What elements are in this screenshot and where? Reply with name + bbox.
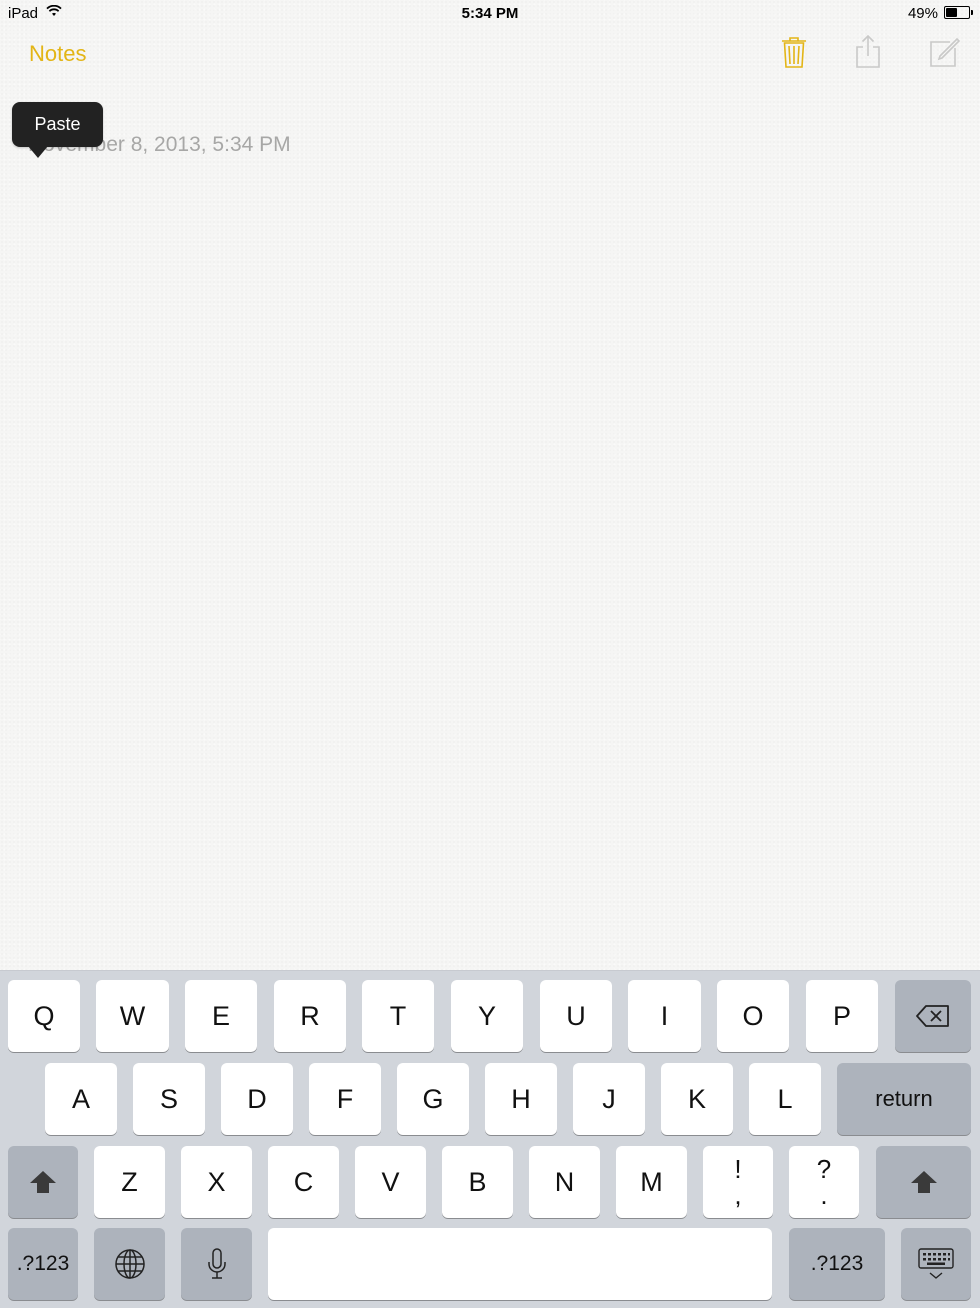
backspace-key[interactable] — [895, 980, 971, 1052]
key-z[interactable]: Z — [94, 1146, 165, 1218]
key-c[interactable]: C — [268, 1146, 339, 1218]
paste-pointer — [28, 146, 48, 158]
microphone-icon — [207, 1248, 226, 1279]
key-e[interactable]: E — [185, 980, 257, 1052]
key-k[interactable]: K — [661, 1063, 733, 1135]
key-p[interactable]: P — [806, 980, 878, 1052]
space-key[interactable] — [268, 1228, 772, 1300]
shift-icon — [910, 1171, 937, 1193]
share-icon[interactable] — [852, 34, 884, 70]
key-question-label: ? — [816, 1154, 832, 1184]
key-t[interactable]: T — [362, 980, 434, 1052]
shift-key-right[interactable] — [876, 1146, 971, 1218]
compose-icon[interactable] — [928, 34, 960, 70]
status-bar: iPad 5:34 PM 49% — [0, 0, 980, 26]
key-j[interactable]: J — [573, 1063, 645, 1135]
shift-key-left[interactable] — [8, 1146, 78, 1218]
key-u[interactable]: U — [540, 980, 612, 1052]
key-question-period[interactable]: ? . — [789, 1146, 859, 1218]
key-b[interactable]: B — [442, 1146, 513, 1218]
key-exclamation-label: ! — [734, 1154, 742, 1184]
paste-button[interactable]: Paste — [12, 102, 103, 158]
keyboard-hide-icon — [918, 1248, 954, 1279]
battery-fill — [946, 8, 957, 17]
key-v[interactable]: V — [355, 1146, 426, 1218]
key-period-label: . — [820, 1180, 828, 1210]
notes-back-button[interactable]: Notes — [29, 41, 86, 67]
paste-label: Paste — [34, 114, 81, 134]
dictation-key[interactable] — [181, 1228, 252, 1300]
keyboard: Q W E R T Y U I O P A S D F G H J K L re… — [0, 970, 980, 1308]
backspace-icon — [916, 1005, 949, 1027]
key-exclamation-comma[interactable]: ! , — [703, 1146, 773, 1218]
key-comma-label: , — [734, 1180, 742, 1210]
key-y[interactable]: Y — [451, 980, 523, 1052]
key-l[interactable]: L — [749, 1063, 821, 1135]
key-d[interactable]: D — [221, 1063, 293, 1135]
status-time: 5:34 PM — [461, 5, 519, 22]
key-s[interactable]: S — [133, 1063, 205, 1135]
key-h[interactable]: H — [485, 1063, 557, 1135]
battery-percent: 49% — [907, 5, 938, 22]
shift-icon — [30, 1171, 56, 1193]
return-key[interactable]: return — [837, 1063, 971, 1135]
key-g[interactable]: G — [397, 1063, 469, 1135]
key-q[interactable]: Q — [8, 980, 80, 1052]
globe-key[interactable] — [94, 1228, 165, 1300]
key-x[interactable]: X — [181, 1146, 252, 1218]
key-f[interactable]: F — [309, 1063, 381, 1135]
key-a[interactable]: A — [45, 1063, 117, 1135]
numbers-key-right[interactable]: .?123 — [789, 1228, 885, 1300]
trash-icon[interactable] — [778, 34, 810, 70]
battery-nub — [971, 10, 973, 15]
key-w[interactable]: W — [96, 980, 169, 1052]
numbers-key-left[interactable]: .?123 — [8, 1228, 78, 1300]
key-m[interactable]: M — [616, 1146, 687, 1218]
key-o[interactable]: O — [717, 980, 789, 1052]
key-n[interactable]: N — [529, 1146, 600, 1218]
hide-keyboard-key[interactable] — [901, 1228, 971, 1300]
globe-icon — [114, 1249, 145, 1279]
key-r[interactable]: R — [274, 980, 346, 1052]
key-i[interactable]: I — [628, 980, 701, 1052]
battery-icon — [944, 6, 973, 19]
